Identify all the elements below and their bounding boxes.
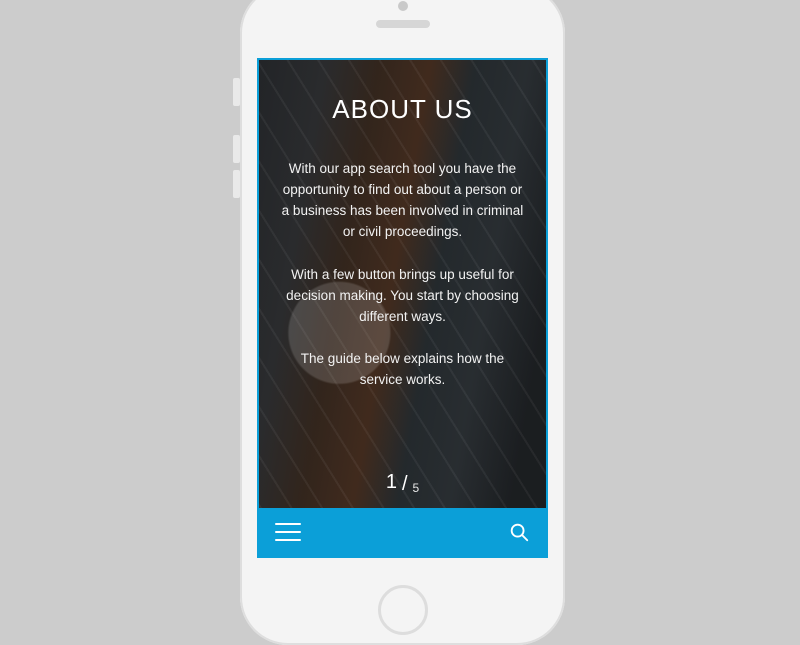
about-paragraph: With a few button brings up useful for d… [279,265,526,328]
app-screen: ABOUT US With our app search tool you ha… [257,58,548,558]
hamburger-icon [275,539,301,541]
about-paragraph: With our app search tool you have the op… [279,159,526,243]
hamburger-icon [275,531,301,533]
menu-button[interactable] [275,523,301,541]
phone-camera [398,1,408,11]
page-title: ABOUT US [279,94,526,125]
hamburger-icon [275,523,301,525]
phone-side-button [233,78,240,106]
bottom-toolbar [259,508,546,556]
page-indicator[interactable]: 1 / 5 [279,471,526,494]
search-button[interactable] [508,521,530,543]
page-separator: / [402,473,408,496]
phone-side-button [233,135,240,163]
about-content: ABOUT US With our app search tool you ha… [259,60,546,508]
phone-home-button [378,585,428,635]
page-total: 5 [413,481,420,495]
page-current: 1 [386,471,397,494]
phone-side-button [233,170,240,198]
phone-frame: ABOUT US With our app search tool you ha… [240,0,565,645]
about-paragraph: The guide below explains how the service… [279,349,526,391]
phone-speaker [376,20,430,28]
search-icon [508,521,530,543]
